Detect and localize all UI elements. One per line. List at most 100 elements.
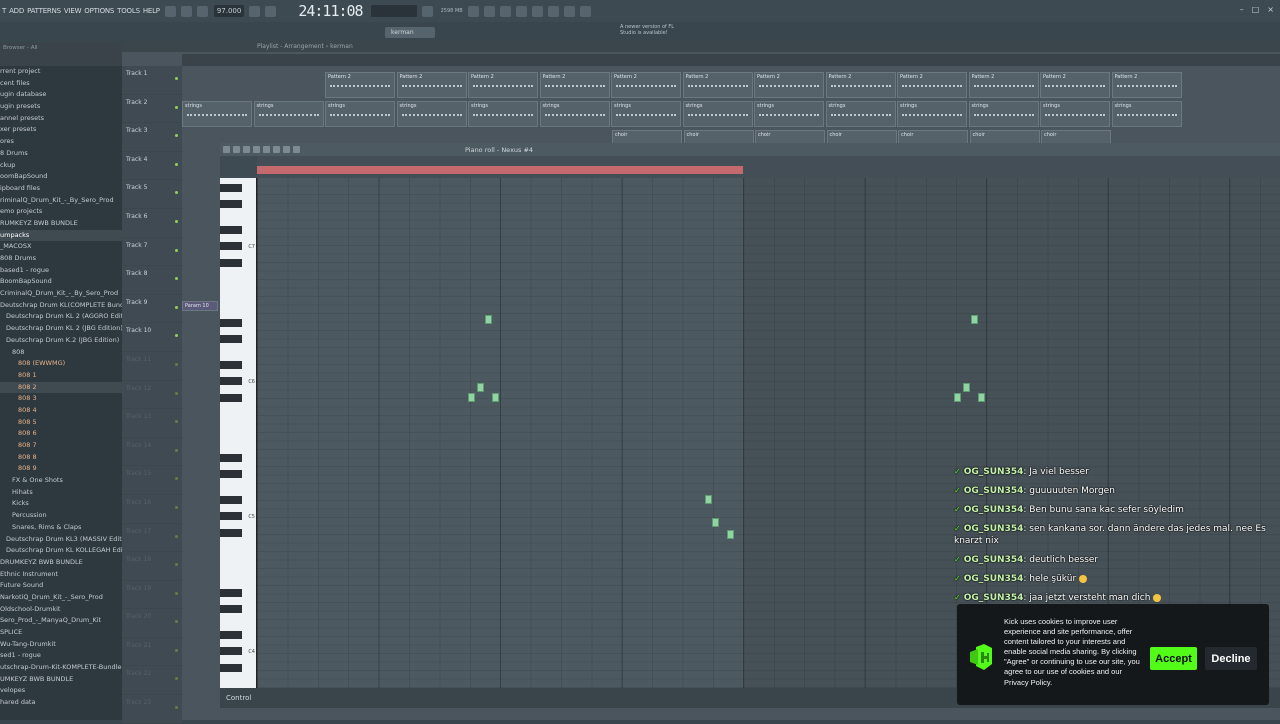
browser-item[interactable]: ores bbox=[0, 136, 122, 148]
track-header[interactable]: Track 16 bbox=[122, 494, 182, 524]
playlist-clip[interactable]: Pattern 2 bbox=[968, 72, 1039, 98]
minimize-icon[interactable]: – bbox=[1240, 5, 1244, 14]
track-mute-led[interactable] bbox=[175, 505, 178, 509]
chat-username[interactable]: OG_SUN354 bbox=[964, 555, 1024, 565]
playlist-clip[interactable]: strings bbox=[1040, 101, 1110, 127]
browser-item[interactable]: utschrap-Drum-Kit-KOMPLETE-Bundle-aaTpck bbox=[0, 662, 122, 674]
track-mute-led[interactable] bbox=[175, 591, 178, 595]
track-header[interactable]: Track 3 bbox=[122, 123, 182, 152]
browser-item[interactable]: 808 8 bbox=[0, 452, 122, 464]
track-header[interactable]: Track 4 bbox=[122, 151, 182, 181]
playlist-clip[interactable]: strings bbox=[611, 101, 681, 127]
track-mute-led[interactable] bbox=[175, 648, 178, 652]
playlist-clip[interactable]: Pattern 2 bbox=[1040, 72, 1110, 98]
browser-item[interactable]: hared data bbox=[0, 697, 122, 709]
note[interactable] bbox=[971, 315, 978, 324]
black-key[interactable] bbox=[220, 454, 242, 462]
browser-item[interactable]: sed1 - rogue bbox=[0, 650, 122, 662]
download-icon[interactable] bbox=[579, 5, 591, 17]
track-mute-led[interactable] bbox=[175, 162, 178, 166]
playlist-clip[interactable]: Pattern 2 bbox=[825, 72, 896, 98]
chat-username[interactable]: OG_SUN354 bbox=[964, 593, 1024, 603]
mixer-icon[interactable] bbox=[467, 5, 479, 17]
piano-roll-timeline[interactable] bbox=[257, 156, 1280, 178]
track-mute-led[interactable] bbox=[175, 477, 178, 481]
browser-item[interactable]: xer presets bbox=[0, 124, 122, 136]
black-key[interactable] bbox=[220, 259, 242, 267]
black-key[interactable] bbox=[220, 377, 242, 385]
track-mute-led[interactable] bbox=[175, 563, 178, 567]
playback-tool-icon[interactable] bbox=[293, 146, 300, 153]
playlist-clip[interactable]: Pattern 2 bbox=[325, 72, 395, 98]
track-mute-led[interactable] bbox=[175, 362, 178, 366]
browser-item[interactable]: 808 1 bbox=[0, 370, 122, 382]
playlist-timeline[interactable] bbox=[182, 54, 1280, 66]
help-icon[interactable] bbox=[531, 5, 543, 17]
track-header[interactable]: Track 7 bbox=[122, 237, 182, 267]
note[interactable] bbox=[954, 393, 961, 402]
track-mute-led[interactable] bbox=[175, 248, 178, 252]
menu-item[interactable]: T bbox=[2, 7, 6, 15]
track-header[interactable]: Track 19 bbox=[122, 580, 182, 610]
menu-item[interactable]: OPTIONS bbox=[84, 7, 114, 15]
piano-roll-icon[interactable] bbox=[499, 5, 511, 17]
track-mute-led[interactable] bbox=[175, 420, 178, 424]
track-header[interactable]: Track 6 bbox=[122, 208, 182, 238]
track-header[interactable]: Track 10 bbox=[122, 323, 182, 352]
browser-item[interactable]: RUMKEYZ BWB BUNDLE bbox=[0, 218, 122, 230]
browser-item[interactable]: 808 5 bbox=[0, 417, 122, 429]
browser-item[interactable]: annel presets bbox=[0, 113, 122, 125]
black-key[interactable] bbox=[220, 589, 242, 597]
maximize-icon[interactable]: □ bbox=[1252, 5, 1260, 14]
master-volume-icon[interactable] bbox=[421, 5, 433, 17]
browser-icon[interactable] bbox=[515, 5, 527, 17]
browser-item[interactable]: ugin database bbox=[0, 89, 122, 101]
track-mute-led[interactable] bbox=[175, 105, 178, 109]
browser-item[interactable]: umpacks bbox=[0, 229, 122, 242]
track-header[interactable]: Track 22 bbox=[122, 666, 182, 696]
track-mute-led[interactable] bbox=[175, 191, 178, 195]
playlist-clip[interactable]: strings bbox=[682, 101, 753, 127]
tempo-display[interactable]: 97.000 bbox=[213, 5, 245, 17]
playlist-clip[interactable]: Pattern 2 bbox=[897, 72, 967, 98]
playlist-clip[interactable]: Pattern 2 bbox=[1111, 72, 1182, 98]
browser-item[interactable]: Kicks bbox=[0, 498, 122, 510]
black-key[interactable] bbox=[220, 512, 242, 520]
track-header[interactable]: Track 23 bbox=[122, 695, 182, 724]
track-mute-led[interactable] bbox=[175, 534, 178, 538]
slice-tool-icon[interactable] bbox=[263, 146, 270, 153]
browser-item[interactable]: riminalQ_Drum_Kit_-_By_Sero_Prod bbox=[0, 195, 122, 207]
track-mute-led[interactable] bbox=[175, 334, 178, 338]
playlist-clip[interactable]: Pattern 2 bbox=[682, 72, 753, 98]
browser-item[interactable]: DRUMKEYZ BWB BUNDLE bbox=[0, 557, 122, 569]
note[interactable] bbox=[468, 393, 475, 402]
browser-item[interactable]: CriminalQ_Drum_Kit_-_By_Sero_Prod bbox=[0, 288, 122, 300]
browser-item[interactable]: FX & One Shots bbox=[0, 475, 122, 487]
note[interactable] bbox=[978, 393, 985, 402]
track-header[interactable]: Track 15 bbox=[122, 466, 182, 495]
track-mute-led[interactable] bbox=[175, 448, 178, 452]
browser-item[interactable]: Hihats bbox=[0, 487, 122, 499]
playlist-clip[interactable]: Pattern 2 bbox=[468, 72, 538, 98]
browser-item[interactable]: based1 - rogue bbox=[0, 265, 122, 277]
browser-item[interactable]: 808 9 bbox=[0, 463, 122, 475]
pattern-selector[interactable]: kerman bbox=[385, 26, 435, 38]
browser-item[interactable]: Percussion bbox=[0, 510, 122, 522]
chat-icon[interactable] bbox=[563, 5, 575, 17]
menu-item[interactable]: VIEW bbox=[64, 7, 82, 15]
track-mute-led[interactable] bbox=[175, 77, 178, 80]
playlist-clip[interactable]: strings bbox=[396, 101, 467, 127]
playlist-clip[interactable]: strings bbox=[897, 101, 967, 127]
browser-item[interactable]: Deutschrap Drum KL KOLLEGAH Edition) bbox=[0, 545, 122, 557]
track-header[interactable]: Track 21 bbox=[122, 637, 182, 667]
playlist-clip[interactable]: strings bbox=[1111, 101, 1182, 127]
close-icon[interactable]: × bbox=[1267, 5, 1274, 14]
playlist-clip[interactable]: strings bbox=[253, 101, 324, 127]
browser-item[interactable]: 8 Drums bbox=[0, 148, 122, 160]
track-mute-led[interactable] bbox=[175, 277, 178, 281]
black-key[interactable] bbox=[220, 664, 242, 672]
note[interactable] bbox=[705, 495, 712, 504]
black-key[interactable] bbox=[220, 335, 242, 343]
black-key[interactable] bbox=[220, 394, 242, 402]
browser-item[interactable]: cent files bbox=[0, 78, 122, 90]
